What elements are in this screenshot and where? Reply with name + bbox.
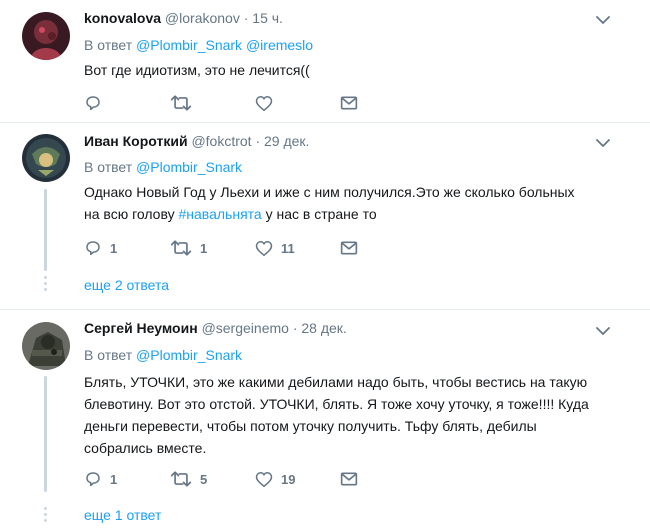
like-button[interactable]: 11 (255, 238, 295, 258)
author-handle[interactable]: @sergeinemo (202, 320, 289, 336)
author-name[interactable]: konovalova (84, 10, 161, 26)
tweet-text: Вот где идиотизм, это не лечится(( (84, 62, 310, 78)
retweet-icon (170, 95, 192, 111)
thread-line (44, 376, 47, 492)
retweet-button[interactable]: 1 (170, 238, 207, 258)
dm-icon (340, 96, 358, 110)
reply-prefix: В ответ (84, 347, 133, 363)
like-count: 11 (281, 240, 295, 256)
chevron-down-icon[interactable] (596, 326, 610, 336)
retweet-button[interactable]: 5 (170, 469, 207, 489)
tweet-2[interactable]: Иван Короткий @fokctrot · 29 дек. В отве… (0, 123, 650, 309)
reply-mention[interactable]: @Plombir_Snark (136, 37, 242, 53)
reply-icon (86, 241, 100, 256)
author-handle[interactable]: @lorakonov (165, 10, 240, 26)
retweet-icon (170, 471, 192, 487)
reply-icon (86, 96, 100, 111)
author-name[interactable]: Сергей Неумоин (84, 320, 198, 336)
tweet-text-line: Блять, УТОЧКИ, это же какими дебилами на… (84, 374, 588, 390)
dm-icon (340, 472, 358, 486)
reply-prefix: В ответ (84, 159, 133, 175)
reply-icon (86, 472, 100, 487)
retweet-icon (170, 240, 192, 256)
reply-button[interactable] (84, 93, 102, 113)
dm-button[interactable] (340, 93, 358, 113)
reply-count: 1 (110, 471, 118, 487)
like-button[interactable]: 19 (255, 469, 295, 489)
tweet-text-line: на всю голову #навальнята у нас в стране… (84, 203, 624, 225)
retweet-count: 5 (200, 471, 208, 487)
tweet-time[interactable]: · 15 ч. (244, 10, 283, 26)
author-handle[interactable]: @fokctrot (191, 133, 251, 149)
like-icon (255, 95, 273, 111)
avatar[interactable] (22, 134, 70, 182)
show-more-replies-link[interactable]: еще 2 ответа (84, 277, 169, 293)
tweet-text-fragment: у нас в стране то (261, 206, 377, 222)
hashtag-link[interactable]: #навальнята (179, 206, 262, 222)
reply-mention[interactable]: @Plombir_Snark (136, 347, 242, 363)
retweet-count: 1 (200, 240, 208, 256)
reply-button[interactable]: 1 (84, 238, 117, 258)
dm-icon (340, 241, 358, 255)
reply-prefix: В ответ (84, 37, 133, 53)
show-more-replies-link[interactable]: еще 1 ответ (84, 507, 161, 523)
like-button[interactable] (255, 93, 273, 113)
retweet-button[interactable] (170, 93, 192, 113)
dm-button[interactable] (340, 469, 358, 489)
tweet-3[interactable]: Сергей Неумоин @sergeinemo · 28 дек. В о… (0, 310, 650, 529)
chevron-down-icon[interactable] (596, 138, 610, 148)
tweet-1[interactable]: konovalova @lorakonov · 15 ч. В ответ @P… (0, 0, 650, 122)
tweet-text-line: деньги перевести, чтобы потом уточку пол… (84, 418, 537, 434)
author-name[interactable]: Иван Короткий (84, 133, 188, 149)
reply-button[interactable]: 1 (84, 469, 117, 489)
thread-dots (44, 276, 47, 294)
like-icon (255, 240, 273, 256)
tweet-time[interactable]: · 28 дек. (293, 320, 347, 336)
avatar[interactable] (22, 322, 70, 370)
like-icon (255, 471, 273, 487)
tweet-text-line: собрались вместе. (84, 440, 207, 456)
reply-count: 1 (110, 240, 118, 256)
tweet-text-line: блевотину. Вот это отстой. УТОЧКИ, блять… (84, 396, 589, 412)
tweet-text-line: Однако Новый Год у Льехи и иже с ним пол… (84, 184, 575, 200)
reply-mention[interactable]: @iremeslo (246, 37, 313, 53)
reply-mention[interactable]: @Plombir_Snark (136, 159, 242, 175)
thread-dots (44, 507, 47, 525)
thread-line (44, 189, 47, 271)
tweet-time[interactable]: · 29 дек. (255, 133, 309, 149)
dm-button[interactable] (340, 238, 358, 258)
avatar[interactable] (22, 12, 70, 60)
tweet-text-fragment: на всю голову (84, 206, 179, 222)
chevron-down-icon[interactable] (596, 15, 610, 25)
like-count: 19 (281, 471, 296, 487)
